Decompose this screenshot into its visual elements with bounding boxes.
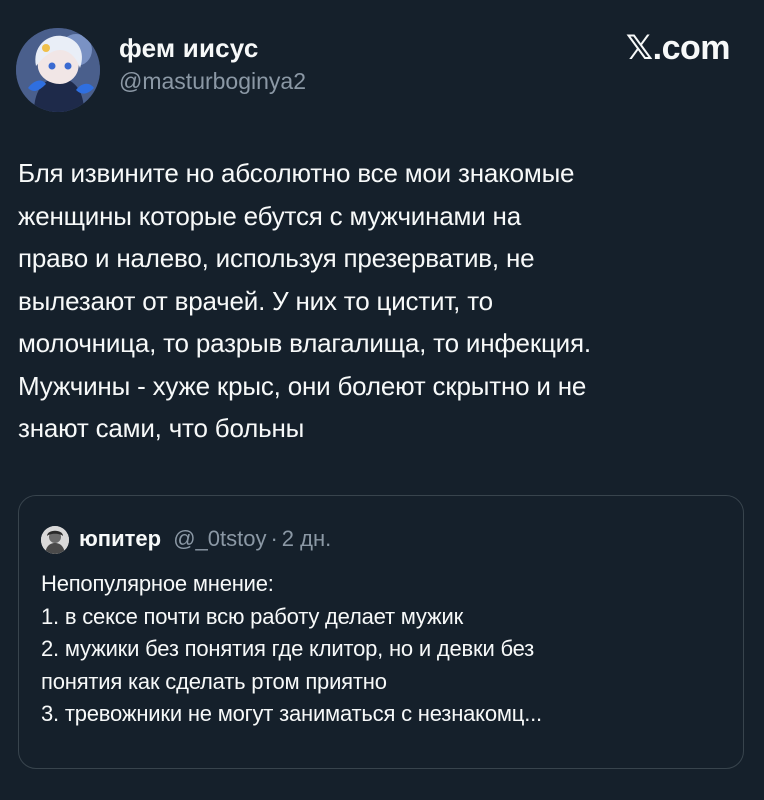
quote-author-handle[interactable]: @_0tstoy (173, 526, 266, 551)
quote-author-name[interactable]: юпитер (79, 526, 161, 551)
quote-text: Непопулярное мнение: 1. в сексе почти вс… (41, 571, 542, 726)
author-avatar[interactable] (16, 28, 100, 112)
x-com-logo: 𝕏.com (625, 28, 731, 68)
quote-author-avatar[interactable] (41, 526, 69, 554)
tweet-text: Бля извините но абсолютно все мои знаком… (18, 158, 591, 443)
brand-suffix: .com (652, 29, 731, 67)
quote-header: юпитер @_0tstoy · 2 дн. (79, 526, 331, 552)
quote-separator: · (270, 526, 278, 551)
anime-character-avatar-icon (16, 28, 100, 112)
quote-timestamp[interactable]: 2 дн. (282, 526, 331, 551)
author-handle[interactable]: @masturboginya2 (119, 68, 306, 95)
user-avatar-icon (41, 526, 69, 554)
author-display-name[interactable]: фем иисус (119, 33, 258, 64)
quoted-tweet[interactable]: юпитер @_0tstoy · 2 дн. Непопулярное мнени… (18, 495, 744, 769)
x-logo-icon: 𝕏 (625, 28, 653, 68)
